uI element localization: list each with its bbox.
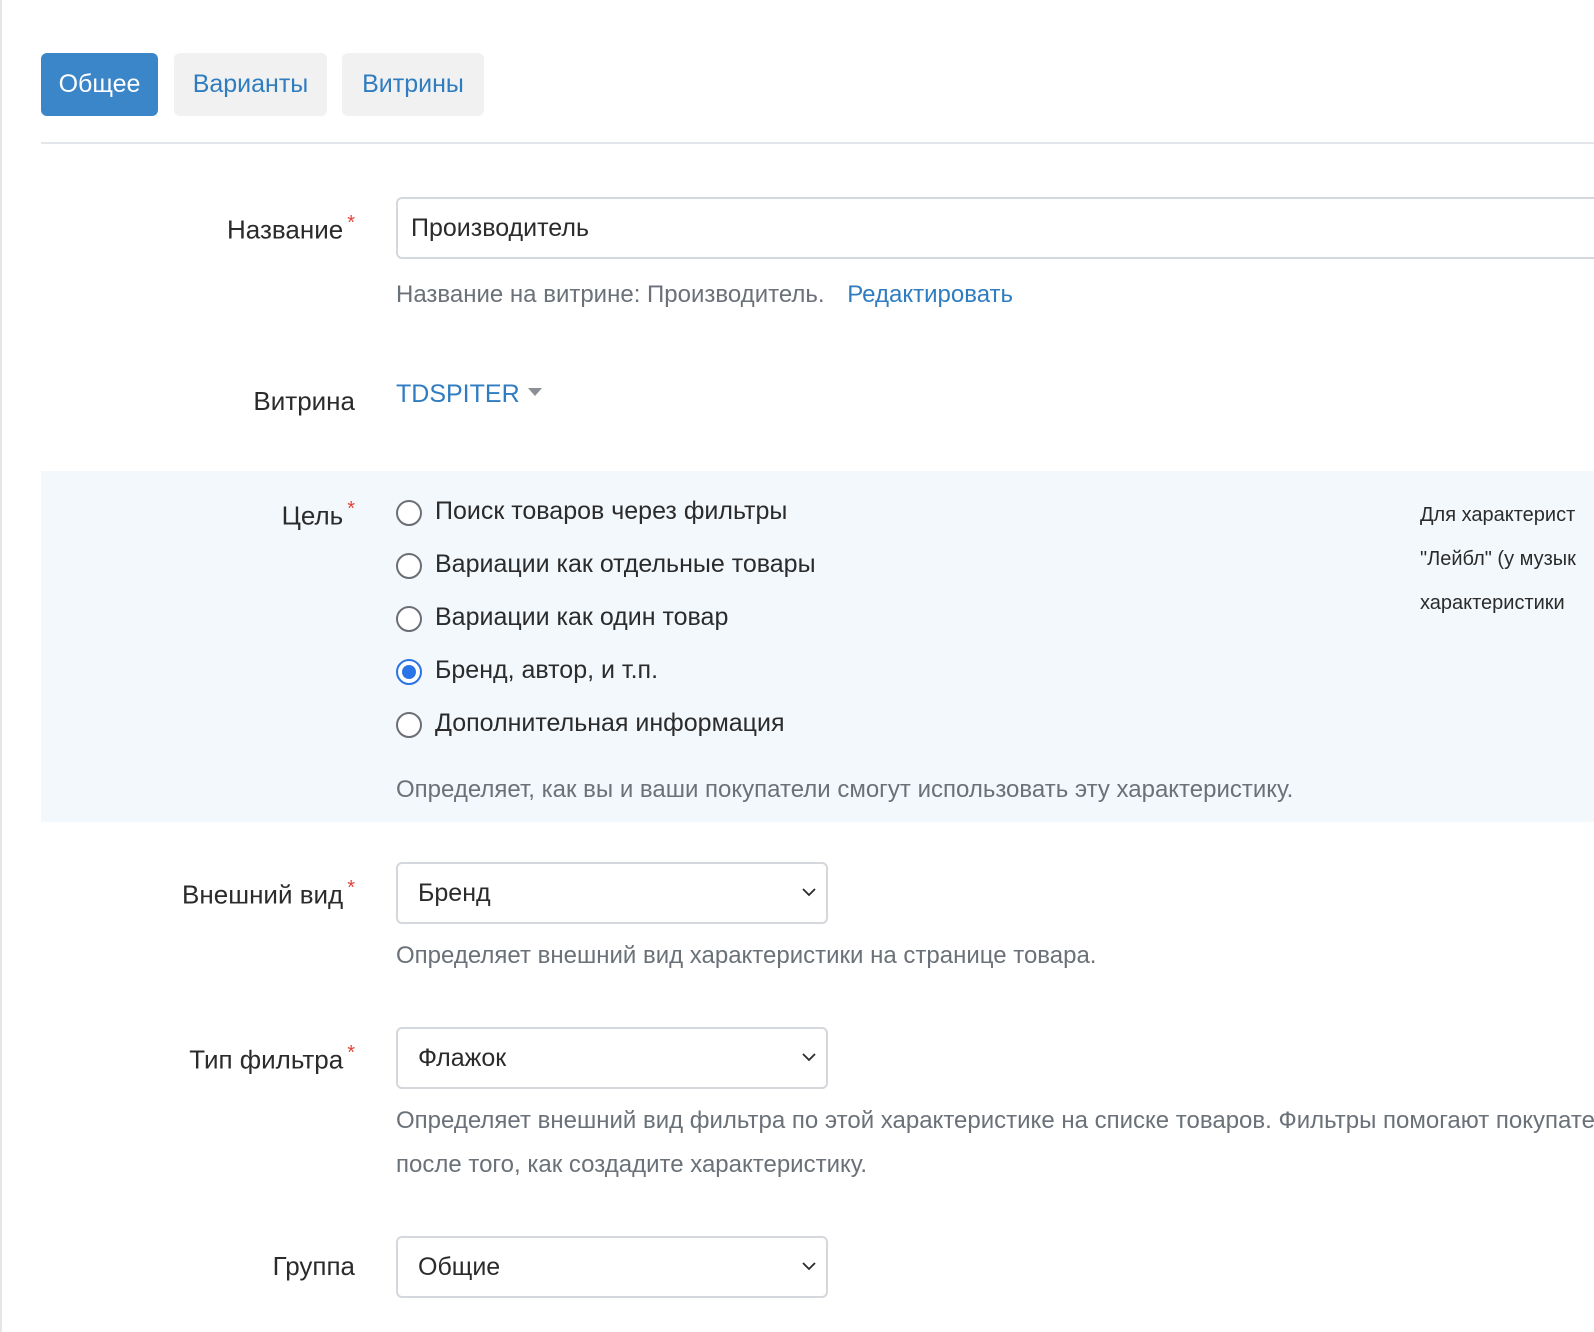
name-hint: Название на витрине: Производитель. Реда… (396, 281, 1013, 309)
required-marker: * (347, 212, 355, 234)
tabs-divider (41, 142, 1594, 144)
purpose-side-note-line: Для характерист (1420, 504, 1576, 526)
radio-button[interactable] (396, 606, 422, 632)
name-input[interactable] (396, 197, 1594, 259)
group-label: Группа (272, 1251, 355, 1281)
group-select[interactable]: Общие (396, 1236, 828, 1298)
filter-type-select-value: Флажок (418, 1044, 507, 1072)
name-label: Название * (227, 212, 355, 245)
appearance-hint: Определяет внешний вид характеристики на… (396, 942, 1097, 969)
required-marker: * (347, 1042, 355, 1064)
appearance-label: Внешний вид * (182, 877, 355, 910)
chevron-down-icon (802, 1053, 816, 1062)
purpose-section (41, 471, 1594, 822)
storefront-name-hint: Название на витрине: Производитель. (396, 281, 825, 308)
radio-label: Вариации как отдельные товары (435, 550, 816, 578)
storefront-dropdown[interactable]: TDSPITER (396, 380, 542, 409)
storefront-label: Витрина (253, 386, 355, 416)
radio-button[interactable] (396, 553, 422, 579)
required-marker: * (347, 877, 355, 899)
tab-general[interactable]: Общее (41, 53, 158, 116)
caret-down-icon (527, 388, 542, 397)
filter-type-hint-line: после того, как создадите характеристику… (396, 1151, 868, 1178)
purpose-side-note-line: "Лейбл" (у музык (1420, 548, 1576, 570)
storefront-value: TDSPITER (396, 380, 520, 408)
group-select-value: Общие (418, 1253, 501, 1281)
appearance-select-value: Бренд (418, 879, 491, 907)
purpose-label: Цель * (281, 498, 355, 531)
chevron-down-icon (802, 1262, 816, 1271)
tab-storefronts[interactable]: Витрины (342, 53, 484, 116)
filter-type-hint-line: Определяет внешний вид фильтра по этой х… (396, 1107, 1594, 1134)
chevron-down-icon (802, 888, 816, 897)
radio-label: Дополнительная информация (435, 709, 785, 737)
purpose-hint: Определяет, как вы и ваши покупатели смо… (396, 776, 1294, 803)
purpose-side-note-line: характеристики (1420, 592, 1565, 614)
radio-button-checked[interactable] (396, 659, 422, 685)
tab-variants[interactable]: Варианты (174, 53, 327, 116)
radio-label: Вариации как один товар (435, 603, 729, 631)
filter-type-select[interactable]: Флажок (396, 1027, 828, 1089)
edit-storefront-name-link[interactable]: Редактировать (847, 281, 1013, 308)
radio-label: Бренд, автор, и т.п. (435, 656, 659, 684)
radio-button[interactable] (396, 712, 422, 738)
required-marker: * (347, 498, 355, 520)
filter-type-label: Тип фильтра * (189, 1042, 355, 1075)
appearance-select[interactable]: Бренд (396, 862, 828, 924)
page-left-border (0, 0, 2, 1332)
radio-button[interactable] (396, 500, 422, 526)
radio-label: Поиск товаров через фильтры (435, 497, 788, 525)
